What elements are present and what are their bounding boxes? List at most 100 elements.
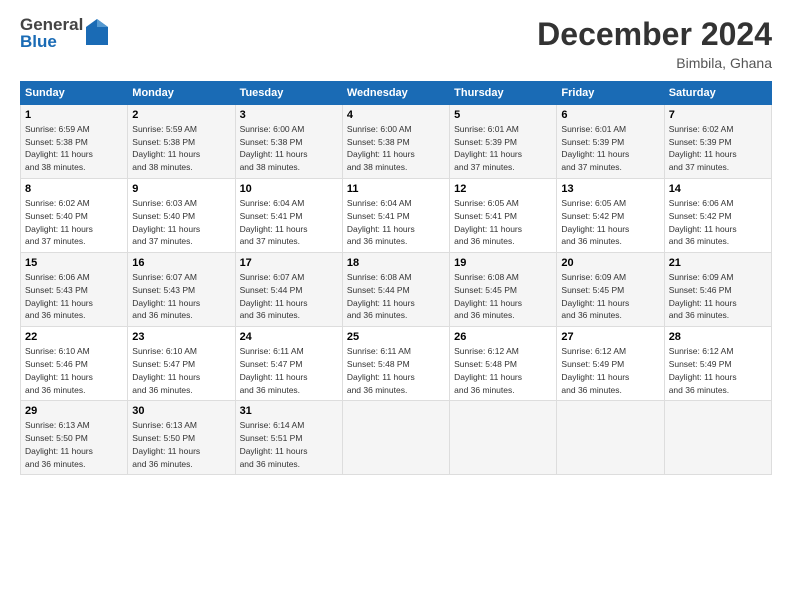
table-cell: 1 Sunrise: 6:59 AMSunset: 5:38 PMDayligh… [21,105,128,179]
day-info: Sunrise: 6:04 AMSunset: 5:41 PMDaylight:… [347,198,415,246]
table-row: 15 Sunrise: 6:06 AMSunset: 5:43 PMDaylig… [21,253,772,327]
day-info: Sunrise: 6:09 AMSunset: 5:46 PMDaylight:… [669,272,737,320]
col-wednesday: Wednesday [342,82,449,105]
day-number: 22 [25,330,123,345]
day-info: Sunrise: 6:04 AMSunset: 5:41 PMDaylight:… [240,198,308,246]
day-number: 18 [347,256,445,271]
day-info: Sunrise: 6:11 AMSunset: 5:48 PMDaylight:… [347,346,415,394]
table-cell: 22 Sunrise: 6:10 AMSunset: 5:46 PMDaylig… [21,327,128,401]
table-cell: 21 Sunrise: 6:09 AMSunset: 5:46 PMDaylig… [664,253,771,327]
day-info: Sunrise: 6:14 AMSunset: 5:51 PMDaylight:… [240,420,308,468]
table-cell: 23 Sunrise: 6:10 AMSunset: 5:47 PMDaylig… [128,327,235,401]
day-number: 15 [25,256,123,271]
table-cell: 11 Sunrise: 6:04 AMSunset: 5:41 PMDaylig… [342,179,449,253]
page: General Blue December 2024 Bimbila, Ghan… [0,0,792,612]
day-number: 12 [454,182,552,197]
table-row: 22 Sunrise: 6:10 AMSunset: 5:46 PMDaylig… [21,327,772,401]
day-info: Sunrise: 6:12 AMSunset: 5:49 PMDaylight:… [669,346,737,394]
day-number: 10 [240,182,338,197]
day-number: 25 [347,330,445,345]
day-info: Sunrise: 6:01 AMSunset: 5:39 PMDaylight:… [454,124,522,172]
day-number: 3 [240,108,338,123]
day-number: 8 [25,182,123,197]
col-thursday: Thursday [450,82,557,105]
table-cell: 10 Sunrise: 6:04 AMSunset: 5:41 PMDaylig… [235,179,342,253]
title-block: December 2024 Bimbila, Ghana [537,16,772,71]
logo: General Blue [20,16,108,50]
day-number: 11 [347,182,445,197]
day-number: 7 [669,108,767,123]
day-number: 4 [347,108,445,123]
table-cell: 5 Sunrise: 6:01 AMSunset: 5:39 PMDayligh… [450,105,557,179]
table-cell: 3 Sunrise: 6:00 AMSunset: 5:38 PMDayligh… [235,105,342,179]
day-info: Sunrise: 6:05 AMSunset: 5:42 PMDaylight:… [561,198,629,246]
location: Bimbila, Ghana [537,55,772,71]
day-number: 2 [132,108,230,123]
logo-blue: Blue [20,33,83,50]
col-friday: Friday [557,82,664,105]
day-info: Sunrise: 6:12 AMSunset: 5:48 PMDaylight:… [454,346,522,394]
col-saturday: Saturday [664,82,771,105]
day-number: 20 [561,256,659,271]
col-monday: Monday [128,82,235,105]
header-row: Sunday Monday Tuesday Wednesday Thursday… [21,82,772,105]
day-number: 6 [561,108,659,123]
table-cell: 17 Sunrise: 6:07 AMSunset: 5:44 PMDaylig… [235,253,342,327]
day-info: Sunrise: 6:00 AMSunset: 5:38 PMDaylight:… [347,124,415,172]
day-number: 14 [669,182,767,197]
table-cell: 20 Sunrise: 6:09 AMSunset: 5:45 PMDaylig… [557,253,664,327]
day-info: Sunrise: 6:02 AMSunset: 5:40 PMDaylight:… [25,198,93,246]
day-info: Sunrise: 6:01 AMSunset: 5:39 PMDaylight:… [561,124,629,172]
table-cell: 6 Sunrise: 6:01 AMSunset: 5:39 PMDayligh… [557,105,664,179]
table-cell: 24 Sunrise: 6:11 AMSunset: 5:47 PMDaylig… [235,327,342,401]
day-number: 17 [240,256,338,271]
day-info: Sunrise: 6:06 AMSunset: 5:43 PMDaylight:… [25,272,93,320]
day-info: Sunrise: 6:13 AMSunset: 5:50 PMDaylight:… [25,420,93,468]
calendar-header: Sunday Monday Tuesday Wednesday Thursday… [21,82,772,105]
day-number: 13 [561,182,659,197]
table-cell: 16 Sunrise: 6:07 AMSunset: 5:43 PMDaylig… [128,253,235,327]
table-cell [664,401,771,475]
logo-general: General [20,16,83,33]
day-info: Sunrise: 6:10 AMSunset: 5:47 PMDaylight:… [132,346,200,394]
table-row: 1 Sunrise: 6:59 AMSunset: 5:38 PMDayligh… [21,105,772,179]
table-cell: 19 Sunrise: 6:08 AMSunset: 5:45 PMDaylig… [450,253,557,327]
day-number: 5 [454,108,552,123]
table-cell: 27 Sunrise: 6:12 AMSunset: 5:49 PMDaylig… [557,327,664,401]
table-cell: 14 Sunrise: 6:06 AMSunset: 5:42 PMDaylig… [664,179,771,253]
logo-icon [86,19,108,45]
day-info: Sunrise: 6:00 AMSunset: 5:38 PMDaylight:… [240,124,308,172]
calendar-table: Sunday Monday Tuesday Wednesday Thursday… [20,81,772,475]
table-cell [450,401,557,475]
day-number: 9 [132,182,230,197]
table-cell: 18 Sunrise: 6:08 AMSunset: 5:44 PMDaylig… [342,253,449,327]
table-cell: 4 Sunrise: 6:00 AMSunset: 5:38 PMDayligh… [342,105,449,179]
day-info: Sunrise: 6:10 AMSunset: 5:46 PMDaylight:… [25,346,93,394]
header: General Blue December 2024 Bimbila, Ghan… [20,16,772,71]
day-number: 1 [25,108,123,123]
day-info: Sunrise: 6:59 AMSunset: 5:38 PMDaylight:… [25,124,93,172]
day-number: 28 [669,330,767,345]
day-number: 30 [132,404,230,419]
col-sunday: Sunday [21,82,128,105]
day-info: Sunrise: 6:13 AMSunset: 5:50 PMDaylight:… [132,420,200,468]
day-number: 19 [454,256,552,271]
table-cell: 9 Sunrise: 6:03 AMSunset: 5:40 PMDayligh… [128,179,235,253]
day-info: Sunrise: 6:08 AMSunset: 5:44 PMDaylight:… [347,272,415,320]
col-tuesday: Tuesday [235,82,342,105]
day-number: 21 [669,256,767,271]
month-title: December 2024 [537,16,772,53]
day-info: Sunrise: 6:07 AMSunset: 5:44 PMDaylight:… [240,272,308,320]
day-info: Sunrise: 6:11 AMSunset: 5:47 PMDaylight:… [240,346,308,394]
day-number: 31 [240,404,338,419]
day-number: 29 [25,404,123,419]
calendar-body: 1 Sunrise: 6:59 AMSunset: 5:38 PMDayligh… [21,105,772,475]
table-cell [557,401,664,475]
day-number: 16 [132,256,230,271]
table-cell: 25 Sunrise: 6:11 AMSunset: 5:48 PMDaylig… [342,327,449,401]
day-info: Sunrise: 6:09 AMSunset: 5:45 PMDaylight:… [561,272,629,320]
day-info: Sunrise: 6:12 AMSunset: 5:49 PMDaylight:… [561,346,629,394]
table-cell: 15 Sunrise: 6:06 AMSunset: 5:43 PMDaylig… [21,253,128,327]
day-info: Sunrise: 6:03 AMSunset: 5:40 PMDaylight:… [132,198,200,246]
table-cell: 26 Sunrise: 6:12 AMSunset: 5:48 PMDaylig… [450,327,557,401]
